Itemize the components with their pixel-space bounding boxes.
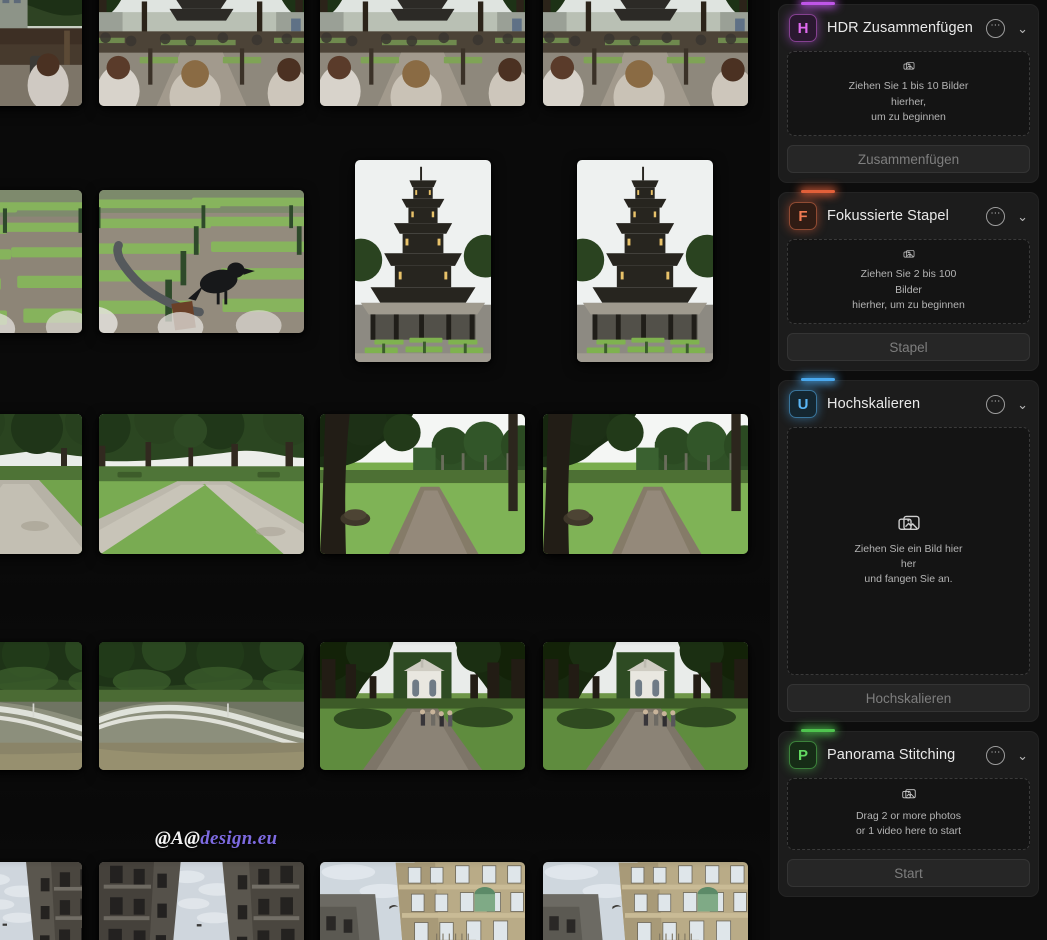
more-options-icon[interactable]: ⋯ — [986, 18, 1006, 38]
photo-thumbnail[interactable] — [99, 0, 304, 106]
photo-thumbnail[interactable] — [0, 190, 82, 333]
photo-thumbnail[interactable] — [320, 0, 525, 106]
panel-title: Fokussierte Stapel — [827, 208, 949, 224]
dropzone-instructions: Ziehen Sie ein Bild hier her und fangen … — [854, 542, 963, 586]
hdr-merge-button[interactable]: Zusammenfügen — [787, 145, 1030, 173]
panel-header: H HDR Zusammenfügen ⋯ ⌄ — [787, 5, 1030, 51]
panel-accent-bar — [801, 378, 835, 381]
photo-thumbnail[interactable] — [543, 862, 748, 940]
upscale-badge-icon: U — [789, 390, 817, 418]
panel-focus-stack[interactable]: F Fokussierte Stapel ⋯ ⌄ Ziehen Sie 2 bi… — [778, 190, 1039, 371]
watermark: @A@design.eu — [155, 828, 277, 850]
panel-header-actions: ⋯ ⌄ — [986, 18, 1028, 38]
panel-accent-bar — [801, 190, 835, 193]
panel-header-actions: ⋯ ⌄ — [986, 745, 1028, 765]
panel-accent-bar — [801, 729, 835, 732]
row-separator-fade — [0, 560, 770, 646]
photo-thumbnail[interactable] — [99, 414, 304, 554]
panel-header: U Hochskalieren ⋯ ⌄ — [787, 381, 1030, 427]
dropzone-instructions: Drag 2 or more photos or 1 video here to… — [855, 809, 962, 837]
panel-accent-bar — [801, 2, 835, 5]
row-separator-fade — [0, 770, 770, 868]
watermark-secondary: design.eu — [200, 828, 278, 849]
focus-stack-dropzone[interactable]: Ziehen Sie 2 bis 100 Bilder hierher, um … — [787, 239, 1030, 324]
photo-thumbnail[interactable] — [320, 642, 525, 770]
photo-thumbnail[interactable] — [99, 642, 304, 770]
photo-thumbnail[interactable] — [0, 862, 82, 940]
photo-thumbnail[interactable] — [320, 862, 525, 940]
photo-gallery-grid[interactable]: @A@design.eu — [0, 0, 770, 940]
photo-thumbnail[interactable] — [320, 414, 525, 554]
panel-title: HDR Zusammenfügen — [827, 20, 973, 36]
chevron-down-icon[interactable]: ⌄ — [1017, 22, 1028, 35]
photo-thumbnail[interactable] — [543, 642, 748, 770]
panorama-badge-icon: P — [789, 741, 817, 769]
panel-header-actions: ⋯ ⌄ — [986, 206, 1028, 226]
panel-panorama-stitching[interactable]: P Panorama Stitching ⋯ ⌄ Drag 2 or more … — [778, 729, 1039, 897]
watermark-primary: @A@ — [155, 828, 201, 849]
focus-stack-badge-icon: F — [789, 202, 817, 230]
photo-stack-icon — [898, 62, 920, 71]
upscale-button[interactable]: Hochskalieren — [787, 684, 1030, 712]
dropzone-instructions: Ziehen Sie 1 bis 10 Bilder hierher, um z… — [848, 80, 969, 123]
photo-thumbnail[interactable] — [355, 160, 491, 362]
photo-thumbnail[interactable] — [0, 0, 82, 106]
panorama-dropzone[interactable]: Drag 2 or more photos or 1 video here to… — [787, 778, 1030, 850]
panel-upscale[interactable]: U Hochskalieren ⋯ ⌄ Ziehen Sie ein Bild … — [778, 378, 1039, 722]
focus-stack-button[interactable]: Stapel — [787, 333, 1030, 361]
more-options-icon[interactable]: ⋯ — [986, 394, 1006, 414]
panorama-start-button[interactable]: Start — [787, 859, 1030, 887]
dropzone-instructions: Ziehen Sie 2 bis 100 Bilder hierher, um … — [852, 268, 965, 311]
photo-thumbnail[interactable] — [0, 642, 82, 770]
tools-sidebar: H HDR Zusammenfügen ⋯ ⌄ Ziehen Sie 1 bis… — [770, 0, 1047, 940]
chevron-down-icon[interactable]: ⌄ — [1017, 749, 1028, 762]
photo-stack-icon — [898, 515, 920, 534]
hdr-badge-icon: H — [789, 14, 817, 42]
upscale-dropzone[interactable]: Ziehen Sie ein Bild hier her und fangen … — [787, 427, 1030, 675]
hdr-dropzone[interactable]: Ziehen Sie 1 bis 10 Bilder hierher, um z… — [787, 51, 1030, 136]
photo-thumbnail[interactable] — [577, 160, 713, 362]
photo-thumbnail[interactable] — [99, 862, 304, 940]
panel-title: Panorama Stitching — [827, 747, 956, 763]
panel-header: F Fokussierte Stapel ⋯ ⌄ — [787, 193, 1030, 239]
more-options-icon[interactable]: ⋯ — [986, 745, 1006, 765]
photo-thumbnail[interactable] — [543, 0, 748, 106]
more-options-icon[interactable]: ⋯ — [986, 206, 1006, 226]
photo-stack-icon — [898, 250, 920, 259]
panel-title: Hochskalieren — [827, 396, 921, 412]
photo-thumbnail[interactable] — [543, 414, 748, 554]
panel-header-actions: ⋯ ⌄ — [986, 394, 1028, 414]
panel-hdr-merge[interactable]: H HDR Zusammenfügen ⋯ ⌄ Ziehen Sie 1 bis… — [778, 2, 1039, 183]
photo-thumbnail[interactable] — [99, 190, 304, 333]
app-root: @A@design.eu H HDR Zusammenfügen ⋯ ⌄ Zie… — [0, 0, 1047, 940]
photo-stack-icon — [898, 789, 920, 801]
chevron-down-icon[interactable]: ⌄ — [1017, 398, 1028, 411]
photo-thumbnail[interactable] — [0, 414, 82, 554]
panel-header: P Panorama Stitching ⋯ ⌄ — [787, 732, 1030, 778]
chevron-down-icon[interactable]: ⌄ — [1017, 210, 1028, 223]
